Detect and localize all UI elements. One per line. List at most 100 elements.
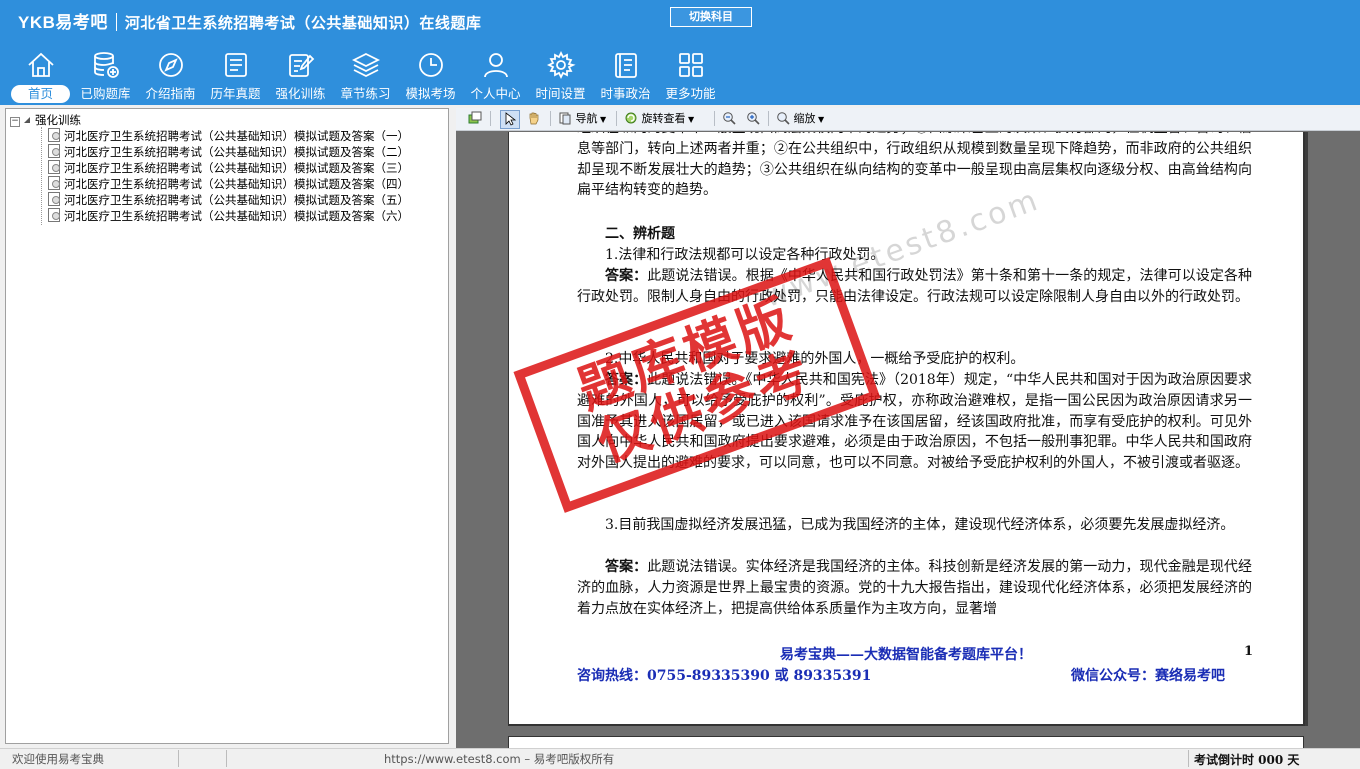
status-bar: 欢迎使用易考宝典 https://www.etest8.com – 易考吧版权所…	[0, 748, 1360, 769]
nav-label: 更多功能	[665, 86, 716, 101]
pages-icon	[559, 112, 571, 125]
database-icon	[93, 52, 119, 78]
nav-label: 模拟考场	[405, 86, 456, 101]
layers-icon	[351, 52, 380, 78]
document-icon	[48, 160, 60, 174]
app-title: 河北省卫生系统招聘考试（公共基础知识）在线题库	[124, 15, 482, 32]
nav-label: 个人中心	[470, 86, 521, 101]
hand-tool-button[interactable]	[527, 110, 541, 127]
document-viewer: 导航 ▼ 旋转查看 ▼ 缩放 ▼ 组织在纵向的变革中一般呈现由高层集权向下的趋势…	[456, 108, 1360, 752]
answer-1-text: 此题说法错误。根据《中华人民共和国行政处罚法》第十条和第十一条的规定，法律可以设…	[577, 268, 1253, 305]
tree-panel: − 强化训练 河北医疗卫生系统招聘考试（公共基础知识）模拟试题及答案（一） 河北医…	[5, 108, 449, 744]
toolbar-separator	[490, 111, 491, 126]
document-icon	[48, 208, 60, 222]
page-footer-brand: 易考宝典——大数据智能备考题库平台！	[780, 647, 1032, 663]
nav-label: 历年真题	[210, 86, 261, 101]
zoom-menu-button[interactable]: 缩放 ▼	[776, 110, 824, 127]
toolbar-separator	[768, 111, 769, 126]
compass-icon	[158, 53, 183, 77]
paragraph-top: 组织在纵向的变革中一般呈现由高层集权向下的趋势；①由原来垂直的决策、执行部门，往…	[577, 132, 1252, 199]
page-footer-hotline: 咨询热线：0755-89335390 或 89335391	[577, 668, 872, 684]
nav-label: 介绍指南	[145, 86, 196, 101]
navigate-button[interactable]: 导航 ▼	[558, 110, 606, 127]
tree-item-label: 河北医疗卫生系统招聘考试（公共基础知识）模拟试题及答案（四）	[64, 177, 409, 191]
select-tool-button[interactable]	[500, 110, 520, 129]
nav-more[interactable]: 更多功能	[658, 46, 723, 104]
main-nav: 首页 已购题库 介绍指南 历年真题 强化训练 章节练习 模拟考场 个人中心 时间…	[8, 46, 723, 104]
status-welcome: 欢迎使用易考宝典	[12, 752, 104, 766]
switch-subject-button[interactable]: 切换科目	[670, 7, 752, 27]
nav-label: 已购题库	[80, 86, 131, 101]
thumbnail-button[interactable]	[468, 110, 482, 127]
nav-profile[interactable]: 个人中心	[463, 46, 528, 104]
rotate-button[interactable]: 旋转查看 ▼	[624, 110, 694, 127]
status-copyright: https://www.etest8.com – 易考吧版权所有	[384, 752, 615, 766]
nav-chapters[interactable]: 章节练习	[333, 46, 398, 104]
rotate-icon	[625, 112, 637, 124]
brand: YKB易考吧 河北省卫生系统招聘考试（公共基础知识）在线题库	[18, 8, 481, 33]
tree-item-label: 河北医疗卫生系统招聘考试（公共基础知识）模拟试题及答案（五）	[64, 193, 409, 207]
dropdown-arrow-icon: ▼	[685, 115, 695, 124]
zoom-in-button[interactable]	[746, 110, 760, 127]
toolbar-separator	[616, 111, 617, 126]
exam-countdown: 考试倒计时 000 天	[1194, 753, 1300, 767]
zoom-label: 缩放	[793, 112, 816, 125]
tree-item[interactable]: 河北医疗卫生系统招聘考试（公共基础知识）模拟试题及答案（四）	[48, 176, 409, 192]
status-separator	[1188, 750, 1189, 767]
tree-item-label: 河北医疗卫生系统招聘考试（公共基础知识）模拟试题及答案（二）	[64, 145, 409, 159]
nav-intensive[interactable]: 强化训练	[268, 46, 333, 104]
nav-guide[interactable]: 介绍指南	[138, 46, 203, 104]
clock-icon	[418, 53, 443, 77]
question-3: 3.目前我国虚拟经济发展迅猛，已成为我国经济的主体，建设现代经济体系，必须要先发…	[605, 517, 1235, 533]
app-header: YKB易考吧 河北省卫生系统招聘考试（公共基础知识）在线题库 切换科目 首页 已购…	[0, 0, 1360, 105]
tree-item[interactable]: 河北医疗卫生系统招聘考试（公共基础知识）模拟试题及答案（六）	[48, 208, 409, 224]
nav-label: 强化训练	[275, 86, 326, 101]
page-shadow	[1305, 132, 1308, 726]
tree-item[interactable]: 河北医疗卫生系统招聘考试（公共基础知识）模拟试题及答案（五）	[48, 192, 409, 208]
nav-purchased[interactable]: 已购题库	[73, 46, 138, 104]
home-icon	[27, 52, 54, 77]
status-separator	[226, 750, 227, 767]
answer-1: 答案：此题说法错误。根据《中华人民共和国行政处罚法》第十条和第十一条的规定，法律…	[577, 266, 1252, 308]
rotate-label: 旋转查看	[641, 112, 686, 125]
tree-root[interactable]: − 强化训练	[10, 112, 81, 128]
navigate-label: 导航	[575, 112, 598, 125]
logo: YKB易考吧	[18, 13, 108, 32]
tree-item[interactable]: 河北医疗卫生系统招聘考试（公共基础知识）模拟试题及答案（一）	[48, 128, 409, 144]
document-icon	[48, 176, 60, 190]
magnifier-icon	[777, 112, 790, 125]
tree-item-label: 河北医疗卫生系统招聘考试（公共基础知识）模拟试题及答案（三）	[64, 161, 409, 175]
answer-label: 答案：	[605, 268, 648, 284]
dropdown-arrow-icon: ▼	[815, 115, 825, 124]
hand-icon	[529, 112, 539, 125]
document-page: 组织在纵向的变革中一般呈现由高层集权向下的趋势；①由原来垂直的决策、执行部门，往…	[508, 132, 1305, 726]
tree-item-label: 河北医疗卫生系统招聘考试（公共基础知识）模拟试题及答案（六）	[64, 209, 409, 223]
grid-icon	[678, 53, 703, 77]
gear-icon	[546, 50, 576, 80]
folder-triangle-icon	[24, 117, 30, 123]
document-icon	[48, 144, 60, 158]
nav-past-papers[interactable]: 历年真题	[203, 46, 268, 104]
thumbnail-icon	[468, 111, 482, 124]
page-number: 1	[1244, 644, 1254, 659]
toolbar-separator	[714, 111, 715, 126]
viewer-toolbar: 导航 ▼ 旋转查看 ▼ 缩放 ▼	[456, 108, 1360, 131]
tree-root-label: 强化训练	[35, 113, 81, 127]
nav-time-settings[interactable]: 时间设置	[528, 46, 593, 104]
collapse-icon[interactable]: −	[10, 117, 20, 127]
zoom-out-button[interactable]	[722, 110, 736, 127]
user-icon	[483, 53, 508, 78]
tree-item[interactable]: 河北医疗卫生系统招聘考试（公共基础知识）模拟试题及答案（二）	[48, 144, 409, 160]
answer-label: 答案：	[605, 559, 648, 575]
page-footer-wechat: 微信公众号：赛络易考吧	[1071, 668, 1225, 684]
list-icon	[224, 53, 247, 77]
nav-mock-exam[interactable]: 模拟考场	[398, 46, 463, 104]
tree-item[interactable]: 河北医疗卫生系统招聘考试（公共基础知识）模拟试题及答案（三）	[48, 160, 409, 176]
nav-label: 首页	[11, 85, 70, 103]
zoom-in-icon	[747, 112, 760, 125]
nav-current-affairs[interactable]: 时事政治	[593, 46, 658, 104]
nav-home[interactable]: 首页	[8, 46, 73, 104]
answer-3: 答案：此题说法错误。实体经济是我国经济的主体。科技创新是经济发展的第一动力，现代…	[577, 557, 1252, 619]
document-icon	[48, 192, 60, 206]
toolbar-separator	[550, 111, 551, 126]
